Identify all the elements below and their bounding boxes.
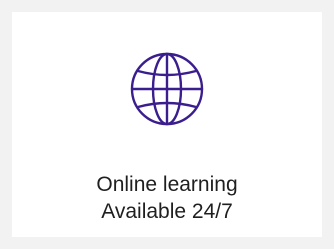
feature-title: Online learning [96, 173, 238, 196]
globe-icon [129, 51, 205, 127]
feature-text: Online learning Available 24/7 [12, 171, 322, 225]
feature-card: Online learning Available 24/7 [12, 12, 322, 237]
page: { "colors": { "background": "#f2f2f2", "… [0, 0, 334, 249]
feature-subtitle: Available 24/7 [101, 200, 233, 223]
